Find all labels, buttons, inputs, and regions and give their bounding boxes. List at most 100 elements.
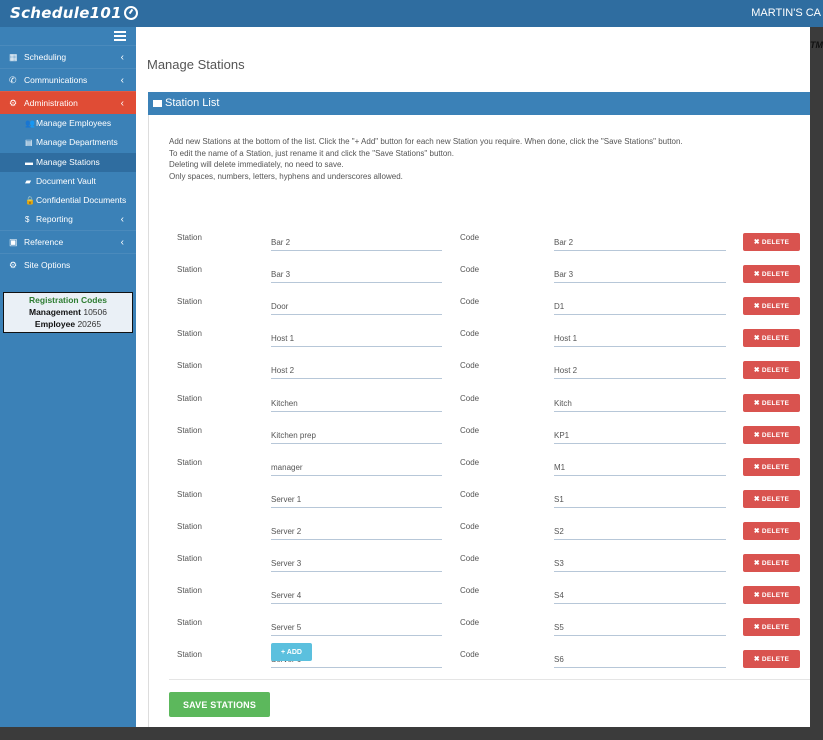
station-name-input[interactable] (271, 491, 442, 508)
station-name-input[interactable] (271, 427, 442, 444)
station-code-input[interactable] (554, 459, 726, 476)
sidebar-subitem-reporting[interactable]: $ Reporting ‹ (0, 210, 136, 229)
lock-icon: 🔒 (25, 196, 35, 206)
station-code-input[interactable] (554, 395, 726, 412)
sidebar-item-administration[interactable]: ⚙ Administration ‹ (0, 91, 136, 114)
sidebar: ▦ Scheduling ‹ ✆ Communications ‹ ⚙ Admi… (0, 27, 136, 727)
delete-station-button[interactable]: ✖ DELETE (743, 233, 800, 251)
station-label: Station (177, 393, 202, 403)
close-icon: ✖ (753, 303, 760, 311)
code-label: Code (460, 521, 480, 531)
station-list-panel: Add new Stations at the bottom of the li… (148, 115, 811, 727)
station-code-input[interactable] (554, 363, 726, 380)
station-name-input[interactable] (271, 620, 442, 637)
station-row: Station Code ✖DELETE (149, 554, 811, 586)
sidebar-item-scheduling[interactable]: ▦ Scheduling ‹ (0, 45, 136, 68)
sidebar-subitem-confidential-documents[interactable]: 🔒 Confidential Documents (0, 191, 136, 210)
station-code-input[interactable] (554, 556, 726, 572)
cogs-icon: ⚙ (9, 259, 18, 270)
station-label: Station (177, 457, 202, 467)
station-name-input[interactable] (271, 459, 442, 476)
delete-station-button[interactable]: ✖ DELETE (743, 554, 800, 572)
employee-code-line: Employee 20265 (4, 318, 132, 330)
sidebar-item-communications[interactable]: ✆ Communications ‹ (0, 68, 136, 91)
main-content: Manage Stations Station List Add new Sta… (136, 27, 811, 727)
delete-station-button[interactable]: ✖ DELETE (743, 361, 800, 380)
station-name-input[interactable] (271, 556, 442, 572)
employee-code-value: 20265 (77, 319, 102, 329)
instructions: Add new Stations at the bottom of the li… (169, 136, 809, 183)
chevron-left-icon: ‹ (120, 75, 124, 86)
close-icon: ✖ (753, 335, 760, 343)
station-code-input[interactable] (554, 523, 726, 540)
menu-toggle-icon[interactable] (114, 31, 126, 43)
station-code-input[interactable] (554, 267, 726, 284)
delete-station-button[interactable]: ✖ DELETE (743, 393, 800, 412)
divider (169, 679, 811, 680)
sidebar-item-label: Administration (24, 98, 78, 108)
sidebar-subitem-manage-departments[interactable]: ▤ Manage Departments (0, 133, 136, 152)
station-name-input[interactable] (271, 363, 442, 380)
instruction-line: Deleting will delete immediately, no nee… (169, 160, 344, 170)
add-station-button[interactable]: + ADD (271, 643, 312, 661)
station-name-input[interactable] (271, 235, 442, 251)
delete-station-button[interactable]: ✖ DELETE (743, 265, 800, 284)
sidebar-item-reference[interactable]: ▣ Reference ‹ (0, 229, 136, 253)
station-row: Station Code ✖DELETE (149, 233, 811, 265)
code-label: Code (460, 233, 480, 242)
station-code-input[interactable] (554, 427, 726, 444)
code-label: Code (460, 457, 480, 467)
station-row: Station Code ✖DELETE (149, 618, 811, 650)
station-name-input[interactable] (271, 395, 442, 412)
sidebar-subitem-label: Manage Departments (36, 137, 118, 148)
delete-label: DELETE (761, 239, 790, 246)
station-code-input[interactable] (554, 235, 726, 251)
close-icon: ✖ (753, 271, 760, 279)
code-label: Code (460, 618, 480, 628)
app-logo-text: Schedule101 (10, 4, 122, 22)
management-code-value: 10506 (83, 307, 107, 317)
chevron-left-icon: ‹ (120, 52, 124, 63)
delete-station-button[interactable]: ✖ DELETE (743, 425, 800, 444)
code-label: Code (460, 425, 480, 435)
app-logo[interactable]: Schedule101 (10, 4, 138, 22)
station-label: Station (177, 618, 202, 628)
delete-station-button[interactable]: ✖ DELETE (743, 521, 800, 540)
sidebar-subitem-manage-employees[interactable]: 👥 Manage Employees (0, 114, 136, 133)
delete-label: DELETE (761, 624, 790, 632)
delete-station-button[interactable]: ✖ DELETE (743, 297, 800, 316)
station-row: Station Code ✖DELETE (149, 329, 811, 361)
station-label: Station (177, 586, 202, 596)
calendar-icon: ▦ (9, 52, 18, 62)
sidebar-item-label: Communications (24, 75, 88, 85)
delete-station-button[interactable]: ✖ DELETE (743, 457, 800, 476)
sidebar-subitem-manage-stations[interactable]: ▬ Manage Stations (0, 152, 136, 172)
station-code-input[interactable] (554, 588, 726, 605)
station-code-input[interactable] (554, 299, 726, 316)
delete-station-button[interactable]: ✖ DELETE (743, 650, 800, 669)
delete-station-button[interactable]: ✖ DELETE (743, 586, 800, 605)
save-stations-button[interactable]: SAVE STATIONS (169, 692, 270, 717)
station-code-input[interactable] (554, 652, 726, 669)
delete-label: DELETE (761, 527, 790, 535)
sidebar-item-site-options[interactable]: ⚙ Site Options (0, 252, 136, 276)
account-name[interactable]: MARTIN'S CA (751, 7, 821, 19)
station-name-input[interactable] (271, 523, 442, 540)
station-code-input[interactable] (554, 331, 726, 348)
station-name-input[interactable] (271, 299, 442, 316)
station-name-input[interactable] (271, 267, 442, 284)
instruction-line: Add new Stations at the bottom of the li… (169, 137, 683, 146)
station-name-input[interactable] (271, 331, 442, 348)
station-code-input[interactable] (554, 491, 726, 508)
delete-station-button[interactable]: ✖ DELETE (743, 489, 800, 508)
delete-station-button[interactable]: ✖ DELETE (743, 329, 800, 348)
sidebar-subitem-document-vault[interactable]: ▰ Document Vault (0, 172, 136, 191)
station-name-input[interactable] (271, 588, 442, 605)
code-label: Code (460, 489, 480, 499)
delete-station-button[interactable]: ✖ DELETE (743, 618, 800, 637)
station-code-input[interactable] (554, 620, 726, 637)
sidebar-subitem-label: Manage Employees (36, 118, 112, 128)
station-row: Station Code ✖DELETE (149, 650, 811, 682)
station-row: Station Code ✖DELETE (149, 457, 811, 490)
station-label: Station (177, 233, 202, 242)
